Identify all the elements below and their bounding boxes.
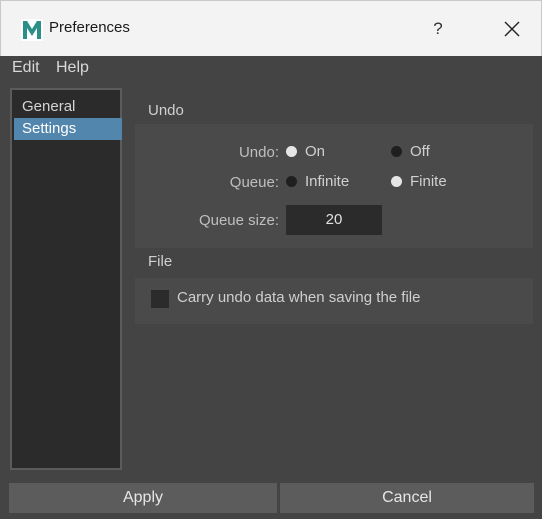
help-button[interactable]: ? [421,15,455,43]
carry-undo-checkbox[interactable] [151,290,169,308]
undo-label: Undo: [238,144,279,161]
queue-label: Queue: [229,174,279,191]
queue-size-label: Queue size: [198,212,279,229]
radio-unselected-icon [286,176,297,187]
undo-off-label: Off [410,143,430,160]
title-bar: Preferences ? [0,0,542,56]
undo-off-radio[interactable]: Off [391,143,430,160]
queue-finite-radio[interactable]: Finite [391,173,447,190]
radio-selected-icon [286,146,297,157]
file-section-title: File [148,253,173,270]
menu-bar: Edit Help [0,56,542,86]
queue-finite-label: Finite [410,173,447,190]
queue-size-field[interactable]: 20 [286,205,382,235]
cancel-button[interactable]: Cancel [280,483,534,513]
menu-edit[interactable]: Edit [12,59,40,77]
window-title: Preferences [49,19,130,36]
queue-infinite-radio[interactable]: Infinite [286,173,349,190]
category-settings[interactable]: Settings [14,118,122,140]
carry-undo-label: Carry undo data when saving the file [177,289,421,306]
maya-m-icon [21,19,43,41]
category-general[interactable]: General [14,96,122,118]
undo-section-title: Undo [148,102,184,119]
close-icon[interactable] [495,13,529,45]
preferences-window: Edit Help General Settings Undo Undo: On… [0,56,542,519]
undo-on-label: On [305,143,326,160]
category-list: General Settings [10,88,122,470]
queue-infinite-label: Infinite [305,173,350,190]
undo-on-radio[interactable]: On [286,143,325,160]
apply-button[interactable]: Apply [9,483,277,513]
menu-help[interactable]: Help [56,59,89,77]
radio-selected-icon [391,176,402,187]
radio-unselected-icon [391,146,402,157]
